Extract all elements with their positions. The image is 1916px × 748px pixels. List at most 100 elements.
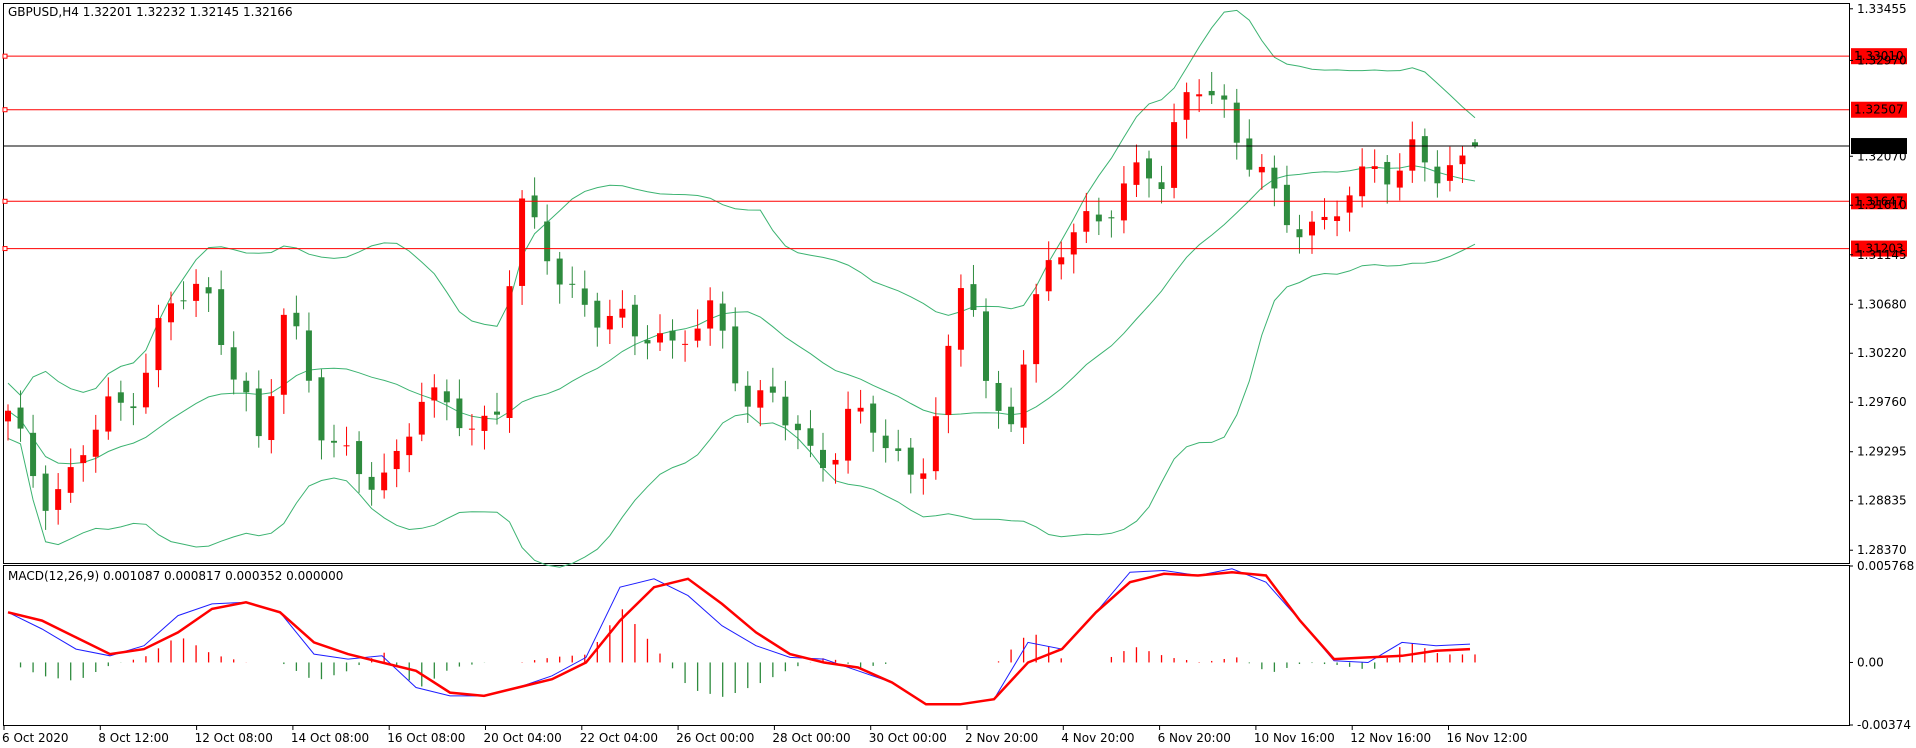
candle (1321, 198, 1328, 230)
candle-body (67, 467, 74, 493)
candle-body (1346, 195, 1353, 213)
candle-body (318, 377, 325, 441)
candle-body (205, 287, 212, 294)
candle-body (1070, 232, 1077, 255)
candle-body (606, 315, 613, 330)
candle-body (1008, 406, 1015, 425)
candle (1158, 165, 1165, 204)
candle-body (1334, 216, 1341, 221)
candle-body (356, 441, 363, 475)
candle (1346, 186, 1353, 232)
candle (732, 307, 739, 392)
candle (945, 334, 952, 434)
candle-body (268, 396, 275, 441)
candle-body (1409, 139, 1416, 171)
symbol-header: GBPUSD,H4 1.32201 1.32232 1.32145 1.3216… (8, 5, 293, 19)
candle (1334, 200, 1341, 237)
candle-body (406, 436, 413, 456)
lower-band (7, 243, 1476, 568)
price-axis: 1.33455 1.32970 1.32070 1.31610 1.31145 1.306… (1849, 2, 1907, 557)
candle-body (1083, 211, 1090, 232)
candle-body (1246, 138, 1253, 170)
level-anchor (2, 198, 8, 204)
candle-body (945, 345, 952, 416)
candle-body (920, 473, 927, 479)
candle (845, 391, 852, 474)
candle (381, 453, 388, 499)
candle (619, 290, 626, 328)
macd-indicator (7, 568, 1476, 706)
price-tick-label: 1.30220 (1857, 346, 1907, 360)
candle-body (744, 385, 751, 407)
time-tick-label: 20 Oct 04:00 (484, 731, 562, 745)
candle-body (519, 198, 526, 286)
candle (1371, 149, 1378, 183)
candle (1045, 241, 1052, 301)
level-anchor (2, 53, 8, 59)
candle-body (870, 403, 877, 433)
candle-body (594, 300, 601, 328)
price-tick-label: 1.28370 (1857, 543, 1907, 557)
level-anchor (2, 246, 8, 252)
candle (1384, 155, 1391, 204)
candle-body (393, 450, 400, 470)
candle (1208, 72, 1215, 104)
candle (218, 270, 225, 355)
candle (356, 431, 363, 493)
candle-body (305, 330, 312, 381)
macd-main-line (7, 568, 1471, 705)
candle (669, 319, 676, 359)
candle-body (5, 410, 11, 422)
candle-body (807, 428, 814, 446)
macd-axis: 0.005768 0.00 -0.00374 (1849, 559, 1914, 732)
candle-body (331, 440, 337, 443)
horizontal-levels: 1.330101.325071.316471.312031.32166 (2, 48, 1907, 257)
candle-body (1171, 122, 1178, 188)
candle-body (1196, 94, 1203, 97)
candle (255, 370, 262, 448)
candle (1359, 148, 1366, 208)
time-tick-label: 16 Nov 12:00 (1447, 731, 1528, 745)
candle (406, 423, 413, 473)
time-axis: 6 Oct 2020 8 Oct 12:00 12 Oct 08:00 14 Oct … (2, 726, 1527, 745)
candle-body (1434, 166, 1441, 184)
candle-body (1472, 142, 1478, 147)
macd-tick-label: 0.005768 (1857, 559, 1914, 573)
candle (280, 308, 287, 414)
candle (1083, 192, 1090, 244)
candle (594, 292, 601, 347)
candle-body (418, 401, 425, 435)
candle (331, 424, 337, 458)
candle-body (832, 459, 839, 465)
candle (468, 414, 475, 446)
candle (1309, 211, 1315, 254)
candle (481, 405, 488, 450)
candle-body (1045, 260, 1052, 292)
candle (1058, 241, 1065, 280)
price-tick-label: 1.31610 (1857, 198, 1907, 212)
candle (1472, 139, 1478, 149)
candle-body (80, 455, 87, 464)
candle (67, 448, 74, 503)
price-pane-frame (3, 3, 1850, 564)
candle-body (280, 314, 287, 395)
candle-body (230, 347, 237, 380)
candle-body (456, 398, 463, 429)
candle (1020, 350, 1027, 444)
price-tick-label: 1.32970 (1857, 53, 1907, 67)
candle (305, 312, 312, 393)
candle-body (1271, 167, 1278, 189)
candle (606, 299, 613, 344)
candle-body (92, 429, 99, 457)
candle-body (732, 326, 739, 384)
candle-body (17, 407, 24, 429)
candle-body (1208, 90, 1215, 96)
candle (30, 414, 37, 488)
candle (494, 392, 500, 425)
candle (1271, 155, 1278, 207)
candle-body (30, 432, 37, 477)
candle (644, 325, 651, 360)
price-tick-label: 1.32070 (1857, 149, 1907, 163)
macd-tick-label: -0.00374 (1857, 718, 1911, 732)
candle (970, 264, 977, 317)
